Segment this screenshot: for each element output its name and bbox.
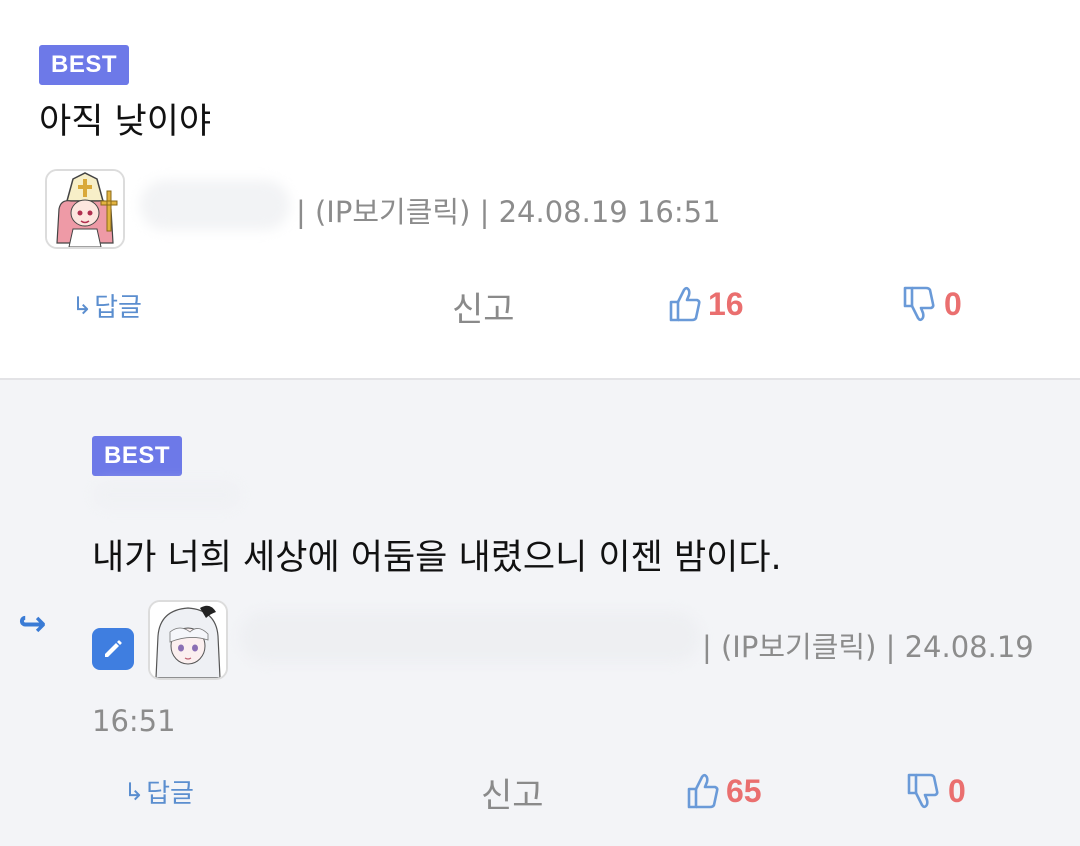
comment-timestamp: 16:51 [92, 704, 176, 738]
reply-button[interactable]: ↳ 답글 [124, 773, 194, 810]
upvote-count: 16 [708, 285, 744, 322]
avatar-white-hair-girl-icon [150, 602, 226, 678]
report-button[interactable]: 신고 [452, 282, 515, 331]
comment-meta[interactable]: | (IP보기클릭) | 24.08.19 [702, 627, 1034, 667]
comment-text: 내가 너희 세상에 어둠을 내렸으니 이젠 밤이다. [92, 538, 782, 578]
blurred-hidden-text [92, 480, 242, 510]
thumbs-down-icon [903, 286, 935, 322]
downvote-count: 0 [948, 772, 966, 809]
avatar-bishop-icon [47, 171, 123, 247]
report-button[interactable]: 신고 [481, 768, 544, 817]
comment-best-2-reply: BEST 내가 너희 세상에 어둠을 내렸으니 이젠 밤이다. ↪ | (IP보… [0, 380, 1080, 846]
upvote-button[interactable]: 16 [668, 285, 744, 323]
upvote-count: 65 [726, 772, 762, 809]
best-badge: BEST [39, 45, 130, 85]
reply-label: 답글 [94, 293, 142, 323]
thumbs-up-icon [687, 773, 719, 809]
comment-text: 아직 낮이야 [39, 102, 212, 142]
upvote-button[interactable]: 65 [686, 772, 762, 810]
downvote-count: 0 [944, 285, 962, 322]
reply-arrow-icon: ↳ [72, 291, 93, 320]
avatar[interactable] [45, 169, 125, 249]
blurred-nickname [240, 612, 700, 662]
thumbs-up-icon [669, 286, 701, 322]
downvote-button[interactable]: 0 [906, 772, 966, 810]
thumbs-down-icon [907, 773, 939, 809]
reply-arrow-icon: ↳ [124, 777, 145, 806]
best-badge: BEST [92, 436, 183, 476]
avatar[interactable] [148, 600, 228, 680]
blurred-nickname [140, 180, 290, 230]
reply-indicator-arrow-icon: ↪ [18, 604, 47, 644]
comment-best-1: BEST 아직 낮이야 | (IP보기클릭) | 24.08.19 16:51 … [0, 0, 1080, 378]
reply-label: 답글 [146, 779, 194, 809]
reply-button[interactable]: ↳ 답글 [72, 287, 142, 324]
pencil-icon[interactable] [92, 628, 134, 670]
comment-meta[interactable]: | (IP보기클릭) | 24.08.19 16:51 [296, 192, 721, 232]
downvote-button[interactable]: 0 [902, 285, 962, 323]
